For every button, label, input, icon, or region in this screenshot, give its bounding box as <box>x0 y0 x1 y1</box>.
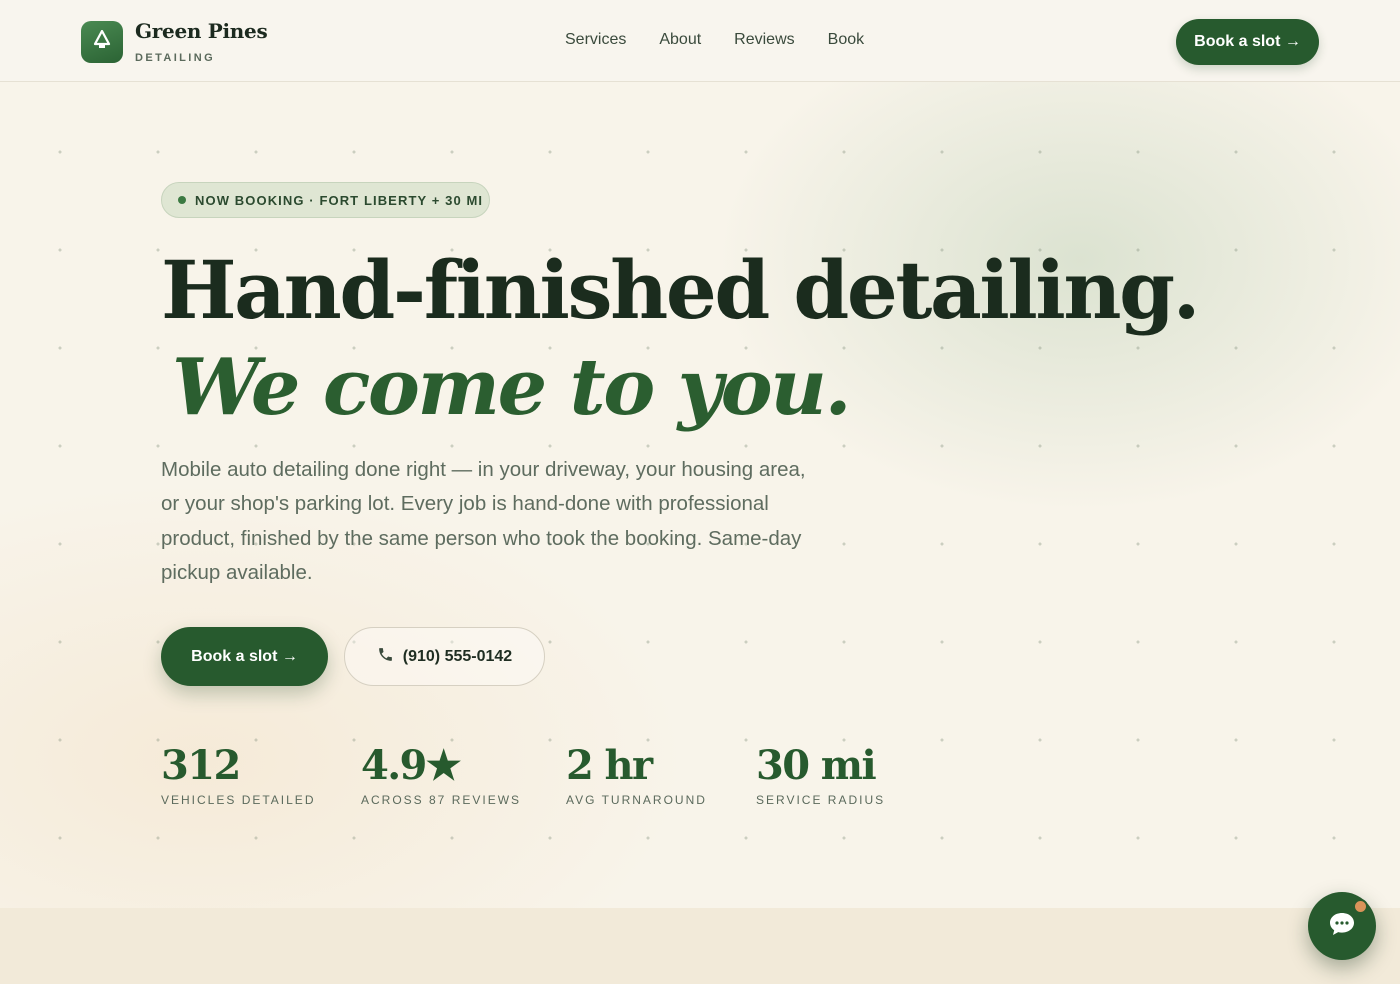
stat-value: 312 <box>161 742 241 789</box>
nav-services[interactable]: Services <box>565 31 626 49</box>
nav-book[interactable]: Book <box>828 31 864 49</box>
stat-radius: 30 mi SERVICE RADIUS <box>756 742 885 807</box>
stat-value: 4.9★ <box>361 742 462 789</box>
phone-number: (910) 555-0142 <box>402 647 513 665</box>
nav-reviews[interactable]: Reviews <box>734 31 794 49</box>
site-header: Green Pines DETAILING Services About Rev… <box>0 0 1400 82</box>
pine-tree-icon <box>93 29 111 55</box>
next-section-band <box>0 908 1400 984</box>
stat-label: AVG TURNAROUND <box>566 793 707 807</box>
brand-subtitle: DETAILING <box>135 52 216 64</box>
nav-about[interactable]: About <box>659 31 701 49</box>
main-nav: Services About Reviews Book <box>565 31 864 49</box>
stat-vehicles: 312 VEHICLES DETAILED <box>161 742 315 807</box>
logo[interactable] <box>81 21 123 63</box>
chat-bubble-icon <box>1327 910 1357 943</box>
stat-value: 30 mi <box>756 742 877 789</box>
status-dot <box>178 196 186 204</box>
hero-headline: Hand-finished detailing. <box>161 243 1201 337</box>
stat-label: SERVICE RADIUS <box>756 793 886 807</box>
booking-badge: NOW BOOKING · FORT LIBERTY + 30 MI <box>161 182 490 218</box>
stat-label: VEHICLES DETAILED <box>161 793 316 807</box>
stat-label: ACROSS 87 REVIEWS <box>361 793 522 807</box>
hero-book-button[interactable]: Book a slot → <box>161 627 328 686</box>
notification-dot <box>1353 899 1368 914</box>
phone-button[interactable]: (910) 555-0142 <box>344 627 545 686</box>
stat-value: 2 hr <box>566 742 653 789</box>
stat-turnaround: 2 hr AVG TURNAROUND <box>566 742 707 807</box>
hero-lead: Mobile auto detailing done right — in yo… <box>161 458 806 584</box>
stat-rating: 4.9★ ACROSS 87 REVIEWS <box>361 742 521 807</box>
header-book-button[interactable]: Book a slot → <box>1176 19 1319 65</box>
badge-text: NOW BOOKING · FORT LIBERTY + 30 MI <box>195 192 484 208</box>
hero-headline-italic: We come to you. <box>172 342 852 433</box>
brand-name[interactable]: Green Pines <box>135 19 268 43</box>
phone-icon <box>377 646 394 668</box>
